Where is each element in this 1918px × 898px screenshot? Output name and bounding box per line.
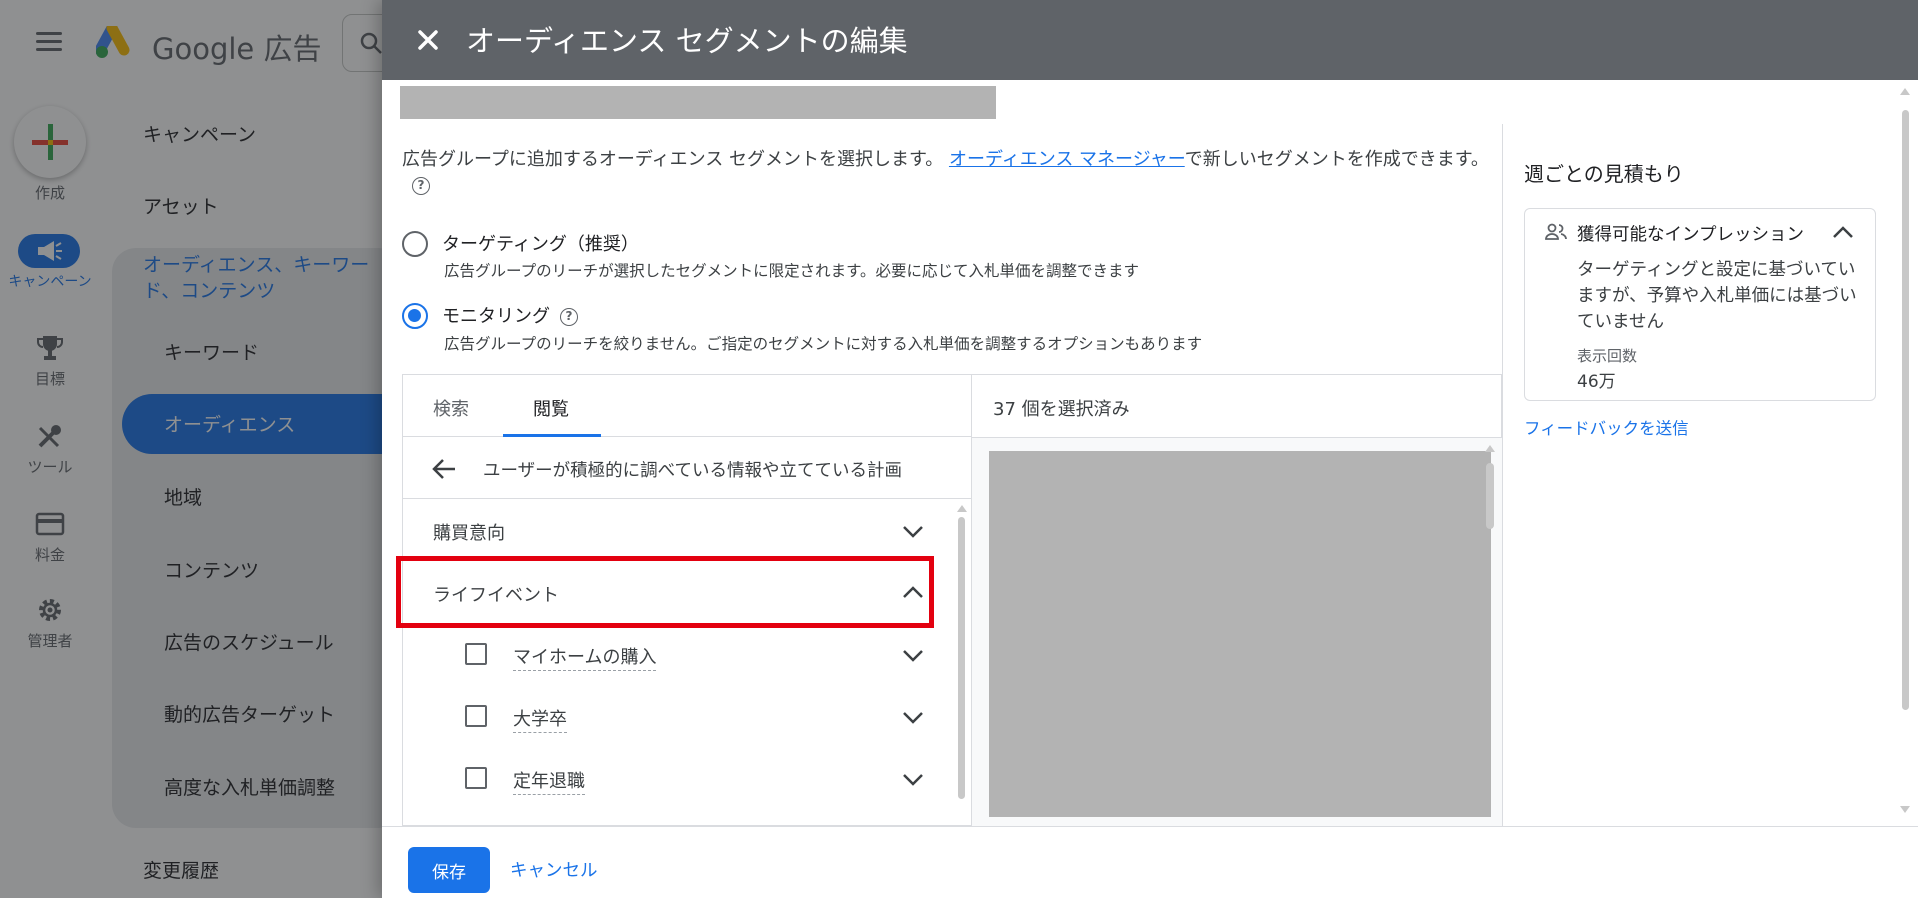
scroll-thumb[interactable] [1902,110,1909,710]
back-label: ユーザーが積極的に調べている情報や立てている計画 [483,461,902,481]
segment-home-purchase[interactable]: マイホームの購入 [403,623,943,685]
back-row[interactable]: ユーザーが積極的に調べている情報や立てている計画 [403,437,971,499]
category-purchase-intent[interactable]: 購買意向 [403,499,943,561]
description-text: 広告グループに追加するオーディエンス セグメントを選択します。 [402,149,949,170]
dialog-header: オーディエンス セグメントの編集 [382,0,1918,80]
targeting-subtitle: 広告グループのリーチが選択したセグメントに限定されます。必要に応じて入札単価を調… [444,262,1140,280]
scroll-up-arrow-icon[interactable] [1900,88,1910,95]
segment-label[interactable]: 大学卒 [513,705,567,733]
chevron-down-icon[interactable] [901,767,925,791]
people-icon [1545,223,1567,240]
category-scrollbar[interactable] [955,505,967,823]
targeting-radio[interactable] [402,231,428,257]
ad-group-name-redacted [400,86,996,119]
estimate-description: ターゲティングと設定に基づいていますが、予算や入札単価には基づいていません [1577,260,1857,332]
segment-tabs: 検索 閲覧 [403,375,971,437]
tab-search[interactable]: 検索 [433,395,469,421]
segment-checkbox[interactable] [465,705,487,727]
chevron-down-icon[interactable] [901,643,925,667]
help-icon[interactable]: ? [412,177,430,195]
dialog-footer: 保存 キャンセル [382,826,1918,898]
monitoring-help-icon[interactable]: ? [560,308,578,326]
scroll-up-arrow-icon[interactable] [1485,445,1495,452]
targeting-title: ターゲティング（推奨） [442,234,639,255]
description-suffix: で新しいセグメントを作成できます。 [1184,149,1489,170]
selected-count: 37 個を選択済み [993,399,1130,420]
scroll-thumb[interactable] [1486,463,1494,529]
tab-browse[interactable]: 閲覧 [533,395,569,421]
monitoring-subtitle: 広告グループのリーチを絞りません。ご指定のセグメントに対する入札単価を調整するオ… [444,335,1203,353]
category-label: 購買意向 [433,523,505,544]
scroll-down-arrow-icon[interactable] [1900,806,1910,813]
monitoring-radio[interactable] [402,303,428,329]
chevron-down-icon[interactable] [901,519,925,543]
sidebar-divider [1502,124,1503,826]
segment-retirement[interactable]: 定年退職 [403,747,943,809]
scroll-thumb[interactable] [958,517,965,799]
segment-checkbox[interactable] [465,767,487,789]
audience-manager-link[interactable]: オーディエンス マネージャー [949,149,1185,170]
back-arrow-icon[interactable] [431,457,457,481]
scroll-up-arrow-icon[interactable] [957,505,967,512]
selected-segments-redacted [989,451,1491,817]
dialog-title: オーディエンス セグメントの編集 [466,24,908,58]
dialog-description: 広告グループに追加するオーディエンス セグメントを選択します。 オーディエンス … [402,147,1492,199]
segment-label[interactable]: マイホームの購入 [513,643,657,671]
close-icon[interactable] [410,22,446,58]
monitoring-title: モニタリング? [442,302,578,328]
segment-college-grad[interactable]: 大学卒 [403,685,943,747]
impressions-label: 表示回数 [1577,347,1638,365]
cancel-button[interactable]: キャンセル [510,857,598,882]
estimate-card-title: 獲得可能なインプレッション [1577,225,1804,245]
estimate-title: 週ごとの見積もり [1524,162,1684,186]
dialog-scrollbar[interactable] [1898,88,1912,818]
send-feedback-link[interactable]: フィードバックを送信 [1524,415,1689,439]
chevron-up-icon[interactable] [1831,221,1855,245]
estimate-card: 獲得可能なインプレッション ターゲティングと設定に基づいていますが、予算や入札単… [1524,208,1876,401]
segment-label[interactable]: 定年退職 [513,767,585,795]
edit-audience-dialog: オーディエンス セグメントの編集 広告グループに追加するオーディエンス セグメン… [382,0,1918,898]
save-button[interactable]: 保存 [408,847,490,893]
chevron-down-icon[interactable] [901,705,925,729]
segment-checkbox[interactable] [465,643,487,665]
monitoring-title-text: モニタリング [442,306,550,327]
impressions-value: 46万 [1577,372,1616,392]
life-events-highlight-box [396,556,934,628]
selected-scrollbar[interactable] [1483,445,1497,815]
